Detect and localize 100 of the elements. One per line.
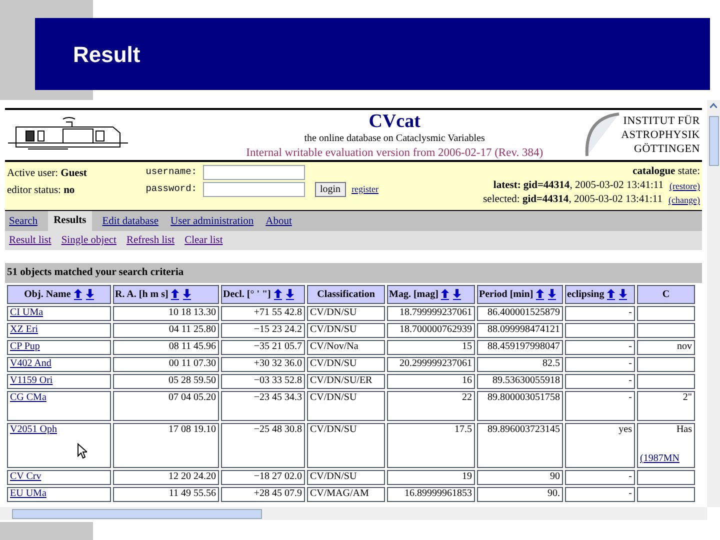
institute-name-line: ASTROPHYSIK <box>621 128 700 142</box>
table-cell: 89.896003723145 <box>477 423 563 468</box>
catalogue-action-link[interactable]: (change) <box>668 193 700 207</box>
sort-arrows-icon[interactable] <box>536 288 556 300</box>
object-link[interactable]: V1159 Ori <box>10 375 53 386</box>
table-cell: CV/DN/SU <box>307 306 385 321</box>
column-header-label: Mag. [mag] <box>389 288 438 300</box>
table-cell: −15 23 24.2 <box>221 323 305 338</box>
table-cell: 04 11 25.80 <box>113 323 219 338</box>
horizontal-scroll-thumb[interactable] <box>12 508 262 518</box>
vertical-scrollbar[interactable] <box>707 100 720 507</box>
result-count-text: 51 objects matched your search criteria <box>7 266 184 280</box>
scroll-thumb[interactable] <box>708 116 718 166</box>
table-cell: 16.89999961853 <box>387 487 475 502</box>
site-subtitle: the online database on Cataclysmic Variables <box>304 133 485 146</box>
table-cell <box>637 470 695 485</box>
table-cell: - <box>565 306 635 321</box>
table-cell: 15 <box>387 340 475 355</box>
horizontal-scrollbar[interactable] <box>0 507 707 520</box>
table-cell: - <box>565 391 635 421</box>
table-cell <box>637 357 695 372</box>
table-cell <box>637 374 695 389</box>
object-link[interactable]: CV Crv <box>10 471 42 482</box>
table-cell: −03 33 52.8 <box>221 374 305 389</box>
object-link[interactable]: EU UMa <box>10 488 46 499</box>
object-link[interactable]: V2051 Oph <box>10 424 57 435</box>
slide-title: Result <box>73 40 140 68</box>
password-field[interactable] <box>203 182 305 197</box>
sort-arrows-icon[interactable] <box>274 288 294 300</box>
nav-tab[interactable]: User administration <box>168 213 256 231</box>
nav-tab[interactable]: Edit database <box>100 213 161 231</box>
mouse-cursor-icon <box>77 443 87 459</box>
table-cell <box>637 487 695 502</box>
object-link[interactable]: CP Pup <box>10 341 40 352</box>
subnav-link[interactable]: Single object <box>61 232 116 248</box>
table-cell-text: Has <box>676 424 692 436</box>
table-cell: CV/DN/SU <box>307 357 385 372</box>
nav-tab[interactable]: Search <box>7 213 40 231</box>
version-note: Internal writable evaluation version from 2006-02-17 (Rev. 384) <box>246 146 544 160</box>
table-cell: −35 21 05.7 <box>221 340 305 355</box>
editor-status-text: editor status: no <box>7 184 76 198</box>
table-cell: 89.53630055918 <box>477 374 563 389</box>
password-label: password: <box>144 182 197 196</box>
active-user-text: Active user: Guest <box>7 167 88 181</box>
table-cell: 18.799999237061 <box>387 306 475 321</box>
subnav-link[interactable]: Refresh list <box>126 232 175 248</box>
table-cell: 22 <box>387 391 475 421</box>
login-button[interactable]: login <box>315 182 346 197</box>
subnav-link[interactable]: Result list <box>9 232 52 248</box>
object-link[interactable]: CI UMa <box>10 307 44 318</box>
table-cell: 17.5 <box>387 423 475 468</box>
username-field[interactable] <box>203 165 305 180</box>
table-cell: CV/DN/SU/ER <box>307 374 385 389</box>
table-cell: 19 <box>387 470 475 485</box>
catalogue-action-link[interactable]: (restore) <box>670 179 700 193</box>
table-cell: 89.800003051758 <box>477 391 563 421</box>
table-cell: CV/DN/SU <box>307 470 385 485</box>
object-link[interactable]: CG CMa <box>10 392 46 403</box>
table-cell: 16 <box>387 374 475 389</box>
column-header-label: Decl. [° ' "] <box>223 288 271 300</box>
table-cell: −23 45 34.3 <box>221 391 305 421</box>
table-cell: - <box>565 487 635 502</box>
subnav-link[interactable]: Clear list <box>184 232 223 248</box>
table-cell: 17 08 19.10 <box>113 423 219 468</box>
column-header-label: C <box>662 288 670 300</box>
table-cell: 07 04 05.20 <box>113 391 219 421</box>
sort-arrows-icon[interactable] <box>441 288 462 300</box>
table-cell <box>637 323 695 338</box>
sort-arrows-icon[interactable] <box>74 288 94 300</box>
table-cell: 2" <box>637 391 695 421</box>
column-header-label: Period [min] <box>479 288 534 300</box>
object-link[interactable]: XZ Eri <box>10 324 38 335</box>
register-link[interactable]: register <box>352 182 379 196</box>
reference-link[interactable]: (1987MN <box>640 453 680 465</box>
nav-tab[interactable]: Results <box>48 211 92 231</box>
sort-arrows-icon[interactable] <box>171 288 192 300</box>
table-cell: CV/Nov/Na <box>307 340 385 355</box>
column-header-label: Classification <box>317 288 375 300</box>
table-cell: 11 49 55.56 <box>113 487 219 502</box>
table-cell: +28 45 07.9 <box>221 487 305 502</box>
sort-arrows-icon[interactable] <box>607 288 628 300</box>
table-cell: 10 18 13.30 <box>113 306 219 321</box>
column-header-label: Obj. Name <box>24 288 71 300</box>
nav-tab[interactable]: About <box>264 213 294 231</box>
table-cell: 86.400001525879 <box>477 306 563 321</box>
catalogue-state-text: selected: gid=44314, 2005-03-02 13:41:11 <box>483 193 663 207</box>
object-link[interactable]: V402 And <box>10 358 52 369</box>
table-cell: nov <box>637 340 695 355</box>
table-cell <box>565 323 635 338</box>
table-cell: +30 32 36.0 <box>221 357 305 372</box>
column-header-label: eclipsing <box>567 288 604 300</box>
table-cell: - <box>565 374 635 389</box>
table-cell: CV/MAG/AM <box>307 487 385 502</box>
table-cell: 05 28 59.50 <box>113 374 219 389</box>
table-cell: 00 11 07.30 <box>113 357 219 372</box>
table-cell: 90 <box>477 470 563 485</box>
username-label: username: <box>144 165 197 180</box>
table-cell: CV/DN/SU <box>307 423 385 468</box>
table-cell: −18 27 02.0 <box>221 470 305 485</box>
table-cell <box>637 306 695 321</box>
